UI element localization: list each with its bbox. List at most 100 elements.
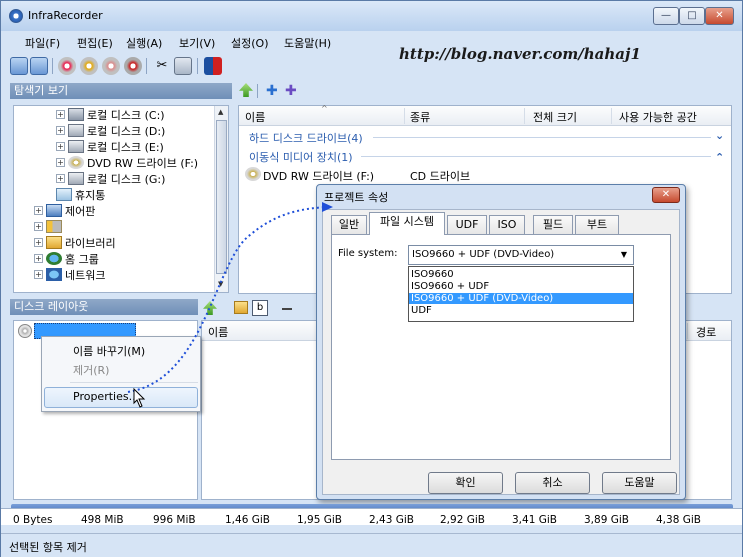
cancel-button[interactable]: 취소 [515,472,590,494]
status-bar: 선택된 항목 제거 [1,533,742,557]
menu-item-rename[interactable]: 이름 바꾸기(M) [73,343,145,359]
column-name[interactable]: 이름 [208,324,228,340]
group-divider [361,156,711,157]
control-panel-icon [46,204,62,217]
scissors-icon[interactable]: ✂ [153,57,171,75]
expand-icon[interactable]: + [34,238,43,247]
column-separator[interactable] [687,323,688,339]
file-system-label: File system: [338,248,398,259]
expand-icon[interactable]: + [34,254,43,263]
tree-item-label: 네트워크 [65,269,106,282]
fs-option-iso9660-udf-dvd-video[interactable]: ISO9660 + UDF (DVD-Video) [409,293,633,304]
drive-tool-icon[interactable] [174,57,192,75]
remove-icon[interactable] [282,308,292,310]
tab-fields[interactable]: 필드 [533,215,573,234]
erase-disc-icon[interactable] [102,57,120,75]
exit-icon[interactable] [204,57,222,75]
menu-separator [70,382,198,383]
tree-item-label: 로컬 디스크 (C:) [87,109,165,122]
ok-button[interactable]: 확인 [428,472,503,494]
column-type[interactable]: 종류 [410,109,430,125]
fs-option-iso9660[interactable]: ISO9660 [409,269,633,280]
group-hard-disks[interactable]: 하드 디스크 드라이브(4) ⌄ [249,129,724,146]
dialog-body: 일반 파일 시스템 UDF ISO 필드 부트 File system: ISO… [322,209,680,495]
chevron-down-icon[interactable]: ▼ [616,247,632,263]
tree-item-label: 로컬 디스크 (D:) [87,125,166,138]
scroll-down-icon[interactable]: ▼ [218,280,223,288]
expand-icon[interactable]: + [56,174,65,183]
minimize-button[interactable]: — [653,7,679,25]
tab-file-system[interactable]: 파일 시스템 [369,212,445,235]
capacity-tick: 2,43 GiB [369,514,414,526]
expand-icon[interactable]: + [56,126,65,135]
tab-general[interactable]: 일반 [331,215,367,234]
menu-item-properties[interactable]: Properties... [73,390,139,403]
dialog-close-button[interactable]: ✕ [652,187,680,203]
group-label: 이동식 미디어 장치(1) [249,151,353,164]
open-project-icon[interactable] [30,57,48,75]
menu-item-remove[interactable]: 제거(R) [73,362,109,378]
capacity-tick: 0 Bytes [13,514,53,526]
fixate-disc-icon[interactable] [124,57,142,75]
expand-icon[interactable]: + [56,110,65,119]
burn-disc-icon[interactable] [58,57,76,75]
tab-boot[interactable]: 부트 [575,215,619,234]
menu-help[interactable]: 도움말(H) [284,35,331,51]
column-separator[interactable] [524,108,525,124]
rename-icon[interactable]: b [252,300,268,316]
explorer-scrollbar[interactable]: ▲ ▼ [214,106,228,292]
column-name[interactable]: 이름 [245,109,265,125]
group-label: 하드 디스크 드라이브(4) [249,132,363,145]
expand-icon[interactable]: + [34,206,43,215]
new-project-icon[interactable] [10,57,28,75]
column-free-space[interactable]: 사용 가능한 공간 [619,109,697,125]
copy-disc-icon[interactable] [80,57,98,75]
menu-file[interactable]: 파일(F) [25,35,60,51]
file-system-select[interactable]: ISO9660 + UDF (DVD-Video) ▼ [408,245,634,265]
expand-icon[interactable]: + [56,142,65,151]
toolbar-separator [197,58,198,74]
new-folder-icon[interactable] [234,301,248,314]
close-button[interactable]: ✕ [705,7,734,25]
window-title: InfraRecorder [28,9,103,22]
capacity-tick: 498 MiB [81,514,124,526]
user-folder-icon [46,220,62,233]
fs-option-udf[interactable]: UDF [409,305,633,316]
maximize-button[interactable]: □ [679,7,705,25]
chevron-up-icon[interactable]: ⌃ [715,151,724,164]
tab-udf[interactable]: UDF [447,215,487,234]
drive-icon [68,140,84,153]
column-total-size[interactable]: 전체 크기 [533,109,577,125]
network-icon [46,268,62,281]
status-text: 선택된 항목 제거 [9,541,87,554]
scrollbar-thumb[interactable] [216,120,227,274]
group-removable[interactable]: 이동식 미디어 장치(1) ⌃ [249,149,724,165]
expand-icon[interactable]: + [34,270,43,279]
fs-option-iso9660-udf[interactable]: ISO9660 + UDF [409,281,633,292]
up-folder-icon[interactable] [239,83,253,97]
help-button[interactable]: 도움말 [602,472,677,494]
column-path[interactable]: 경로 [696,324,716,340]
column-separator[interactable] [404,108,405,124]
column-separator[interactable] [611,108,612,124]
menu-action[interactable]: 실행(A) [126,35,162,51]
menu-edit[interactable]: 편집(E) [77,35,113,51]
tree-item-label: 홈 그룹 [65,253,99,266]
chevron-down-icon[interactable]: ⌄ [715,129,724,142]
title-bar: InfraRecorder — □ ✕ [1,1,742,31]
file-list-header: 이름 ^ 종류 전체 크기 사용 가능한 공간 [239,104,731,126]
capacity-tick: 3,41 GiB [512,514,557,526]
menu-settings[interactable]: 설정(O) [231,35,268,51]
tree-item-label: 제어판 [65,205,96,218]
drive-icon [68,172,84,185]
up-folder-icon[interactable] [203,301,217,315]
tab-iso[interactable]: ISO [489,215,525,234]
add-to-project-icon[interactable]: ✚ [266,83,278,99]
menu-view[interactable]: 보기(V) [179,35,215,51]
row-dvd-name[interactable]: DVD RW 드라이브 (F:) [263,168,374,184]
scroll-up-icon[interactable]: ▲ [218,108,223,116]
expand-icon[interactable]: + [56,158,65,167]
explorer-tree: + 로컬 디스크 (C:) + 로컬 디스크 (D:) + 로컬 디스크 (E:… [13,105,229,293]
add-all-icon[interactable]: ✚ [285,83,297,99]
expand-icon[interactable]: + [34,222,43,231]
